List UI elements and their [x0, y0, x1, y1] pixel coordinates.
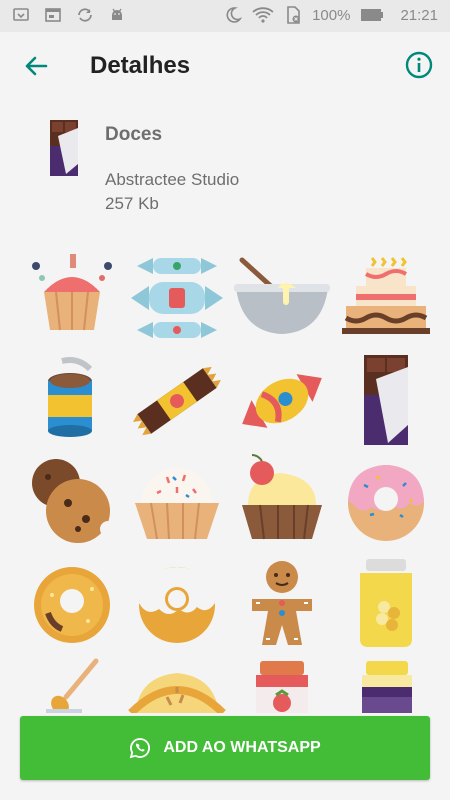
sticker-pack-header: Doces Abstractee Studio 257 Kb [0, 110, 450, 230]
info-icon[interactable] [404, 50, 434, 80]
notification-icon [13, 8, 29, 21]
wrapped-candies-sticker[interactable] [127, 248, 227, 348]
mixing-bowl-sticker[interactable] [232, 248, 332, 348]
android-icon [112, 8, 122, 20]
app-bar: Detalhes [0, 32, 450, 100]
sticker-grid [14, 243, 436, 713]
pie-sticker[interactable] [127, 657, 227, 713]
moon-icon [226, 7, 243, 23]
browser-icon [45, 8, 61, 22]
grape-jam-sticker[interactable] [336, 657, 436, 713]
honey-dipper-sticker[interactable] [22, 657, 122, 713]
whatsapp-icon [130, 738, 151, 759]
sim-icon [287, 6, 300, 24]
add-to-whatsapp-button[interactable]: ADD AO WHATSAPP [20, 716, 430, 780]
status-bar: 100% 21:21 [0, 0, 450, 32]
candy-bar-sticker[interactable] [127, 351, 227, 451]
cherry-cupcake-sticker[interactable] [232, 453, 332, 553]
pack-size: 257 Kb [105, 194, 159, 213]
arrow-left-icon[interactable] [20, 50, 52, 82]
sync-icon [78, 8, 92, 22]
cream-cupcake-sticker[interactable] [127, 453, 227, 553]
wifi-icon [252, 7, 274, 23]
honey-jar-sticker[interactable] [336, 555, 436, 655]
layer-cake-sticker[interactable] [336, 248, 436, 348]
strawberry-jam-sticker[interactable] [232, 657, 332, 713]
condensed-milk-can-sticker[interactable] [22, 351, 122, 451]
battery-icon [361, 9, 384, 21]
gingerbread-man-sticker[interactable] [232, 555, 332, 655]
cupcake-sprinkles-sticker[interactable] [22, 248, 122, 348]
pack-author: Abstractee Studio [105, 170, 240, 189]
pink-donut-sticker[interactable] [336, 453, 436, 553]
add-to-whatsapp-label: ADD AO WHATSAPP [163, 739, 321, 756]
cookies-sticker[interactable] [22, 453, 122, 553]
glazed-donut-sticker[interactable] [127, 555, 227, 655]
clock: 21:21 [400, 6, 438, 24]
battery-percentage: 100% [312, 6, 351, 24]
chocolate-bar-icon [50, 120, 78, 176]
pack-name: Doces [105, 124, 163, 145]
wrapped-candy-sticker[interactable] [232, 351, 332, 451]
orange-donut-sticker[interactable] [22, 555, 122, 655]
chocolate-bar-sticker[interactable] [336, 351, 436, 451]
page-title: Detalhes [90, 52, 191, 79]
